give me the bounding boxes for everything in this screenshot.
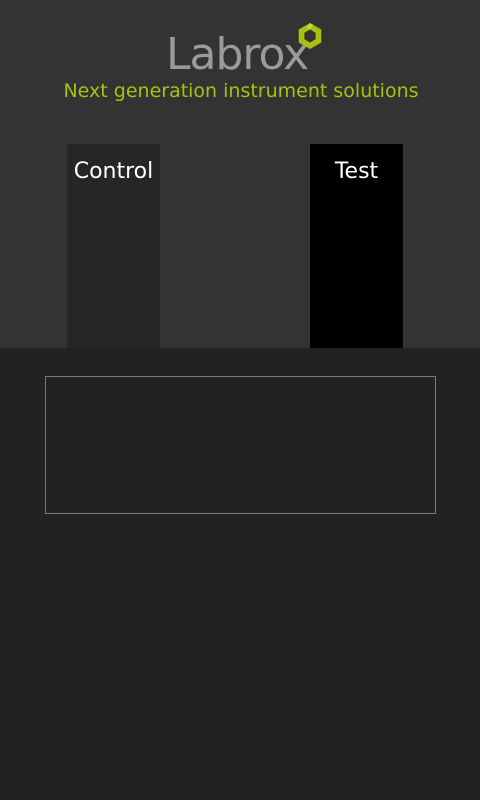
hexagon-logo-icon — [298, 23, 322, 49]
test-label: Test — [334, 159, 379, 184]
control-column[interactable]: Control — [67, 144, 160, 348]
labrox-logo: Labrox — [166, 22, 326, 78]
test-column[interactable]: Test — [310, 144, 403, 348]
control-label: Control — [73, 159, 154, 184]
tagline: Next generation instrument solutions — [63, 80, 419, 102]
result-output-box — [45, 376, 436, 514]
logo-wordmark: Labrox — [166, 29, 309, 80]
app-header: Labrox Next generation instrument soluti… — [0, 0, 480, 348]
